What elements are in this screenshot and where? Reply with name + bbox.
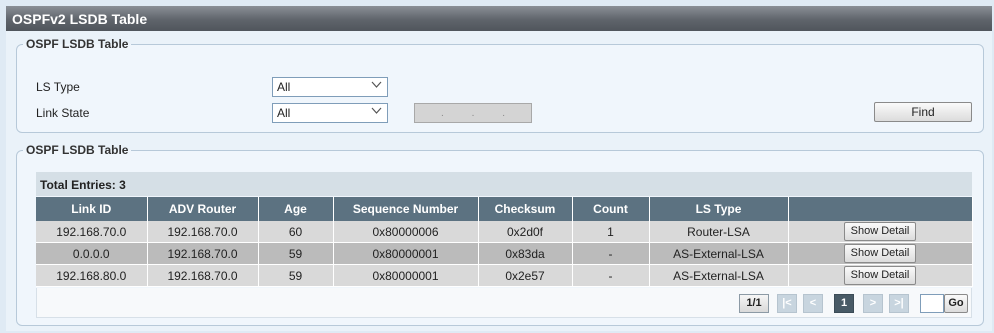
ip-dot: . [471,107,475,119]
cell-link-id: 192.168.80.0 [36,264,148,287]
cell-age: 59 [258,242,334,265]
column-header-sequence-number: Sequence Number [333,197,479,221]
go-button[interactable]: Go [944,294,968,313]
cell-action: Show Detail [788,242,973,265]
column-header-ls-type: LS Type [649,197,789,221]
cell-sequence-number: 0x80000006 [333,221,479,243]
results-legend: OSPF LSDB Table [26,143,129,157]
column-header-action [788,197,973,221]
show-detail-button[interactable]: Show Detail [844,222,916,241]
cell-ls-type: AS-External-LSA [649,242,789,265]
lsdb-table: Link ID ADV Router Age Sequence Number C… [36,197,973,287]
pagination-bar [36,288,972,318]
column-header-age: Age [258,197,334,221]
cell-link-id: 0.0.0.0 [36,242,148,265]
current-page-button[interactable]: 1 [834,294,854,313]
cell-ls-type: Router-LSA [649,221,789,243]
chevron-down-icon [371,81,382,92]
total-entries: Total Entries: 3 [36,172,972,196]
cell-ls-type: AS-External-LSA [649,264,789,287]
goto-page-input[interactable] [920,294,944,313]
ip-dot: . [440,107,444,119]
column-header-checksum: Checksum [478,197,573,221]
cell-sequence-number: 0x80000001 [333,264,479,287]
ls-type-value: All [277,80,291,94]
cell-action: Show Detail [788,264,973,287]
table-row: 192.168.80.0 192.168.70.0 59 0x80000001 … [36,264,973,287]
cell-adv-router: 192.168.70.0 [147,221,259,243]
cell-adv-router: 192.168.70.0 [147,242,259,265]
cell-checksum: 0x83da [478,242,573,265]
find-button[interactable]: Find [874,102,972,122]
table-row: 192.168.70.0 192.168.70.0 60 0x80000006 … [36,221,973,243]
cell-checksum: 0x2d0f [478,221,573,243]
cell-count: - [572,242,650,265]
cell-action: Show Detail [788,221,973,243]
table-header-row: Link ID ADV Router Age Sequence Number C… [36,197,973,221]
cell-link-id: 192.168.70.0 [36,221,148,243]
show-detail-button[interactable]: Show Detail [844,244,916,263]
cell-age: 60 [258,221,334,243]
first-page-button[interactable]: |< [777,294,797,313]
cell-count: 1 [572,221,650,243]
ls-type-label: LS Type [36,80,80,94]
cell-count: - [572,264,650,287]
link-state-value: All [277,106,291,120]
ls-type-select[interactable]: All [272,77,388,97]
last-page-button[interactable]: >| [889,294,909,313]
column-header-link-id: Link ID [36,197,148,221]
show-detail-button[interactable]: Show Detail [844,266,916,285]
cell-adv-router: 192.168.70.0 [147,264,259,287]
page-info: 1/1 [739,294,769,313]
cell-sequence-number: 0x80000001 [333,242,479,265]
cell-age: 59 [258,264,334,287]
cell-checksum: 0x2e57 [478,264,573,287]
table-row: 0.0.0.0 192.168.70.0 59 0x80000001 0x83d… [36,242,973,265]
page-title: OSPFv2 LSDB Table [6,6,992,31]
ip-address-input[interactable]: . . . [414,103,532,123]
column-header-adv-router: ADV Router [147,197,259,221]
filter-legend: OSPF LSDB Table [26,37,129,51]
prev-page-button[interactable]: < [803,294,823,313]
ip-dot: . [502,107,506,119]
link-state-label: Link State [36,106,90,120]
chevron-down-icon [371,107,382,118]
column-header-count: Count [572,197,650,221]
next-page-button[interactable]: > [863,294,883,313]
link-state-select[interactable]: All [272,103,388,123]
